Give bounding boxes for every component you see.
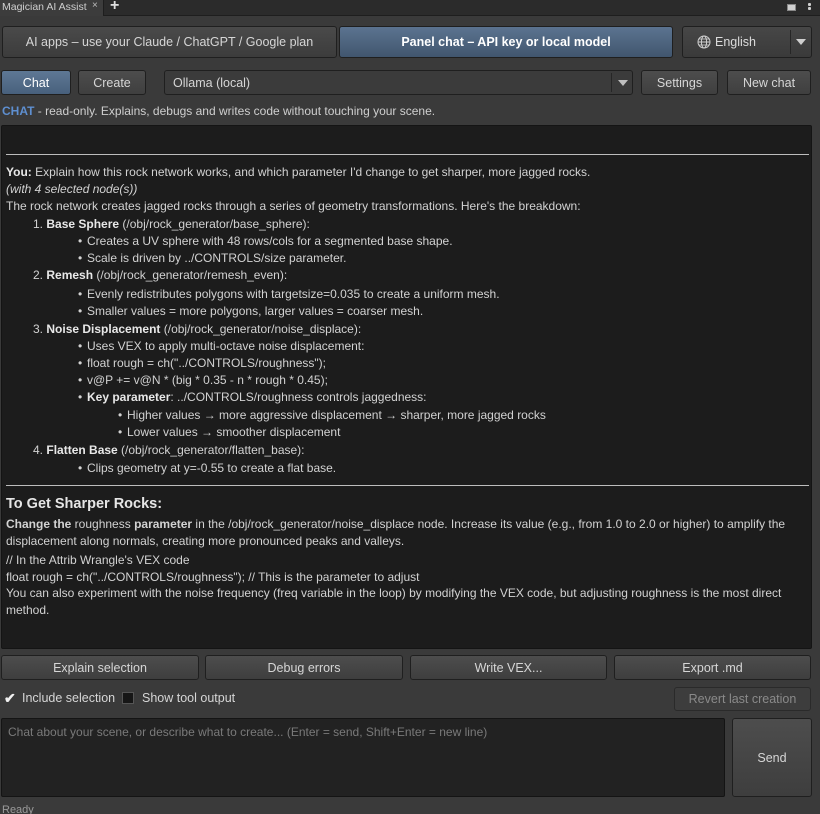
node-path: (/obj/rock_generator/base_sphere <box>119 217 303 231</box>
list-bullet: Scale is driven by ../CONTROLS/size para… <box>78 251 346 266</box>
user-label: You: <box>6 165 32 179</box>
list-item: 2. Remesh (/obj/rock_generator/remesh_ev… <box>33 268 287 283</box>
list-bullet: v@P += v@N * (big * 0.35 - n * rough * 0… <box>78 373 328 388</box>
key-parameter-text: : ../CONTROLS/roughness controls jaggedn… <box>170 390 427 404</box>
list-bullet: Uses VEX to apply multi-octave noise dis… <box>78 339 364 354</box>
list-item: 4. Flatten Base (/obj/rock_generator/fla… <box>33 443 305 458</box>
chat-tab-button[interactable]: Chat <box>1 70 71 95</box>
include-selection-checkbox[interactable]: ✔ <box>4 691 16 705</box>
chevron-down-icon <box>618 80 628 86</box>
panel-tab[interactable]: Magician AI Assist <box>0 0 104 16</box>
section-title: Noise Displacement <box>46 322 161 336</box>
section-title: Remesh <box>46 268 94 282</box>
panel-menu-icon[interactable] <box>808 3 812 13</box>
chat-input[interactable]: Chat about your scene, or describe what … <box>1 718 725 797</box>
emphasis: parameter <box>134 517 193 531</box>
model-dropdown[interactable]: Ollama (local) <box>164 70 633 95</box>
chat-transcript[interactable]: You: Explain how this rock network works… <box>1 125 812 649</box>
include-selection-label: Include selection <box>22 691 116 705</box>
debug-errors-button[interactable]: Debug errors <box>205 655 403 680</box>
section-title: Flatten Base <box>46 443 118 457</box>
mode-hint-text: - read-only. Explains, debugs and writes… <box>34 104 436 118</box>
list-number: 3. <box>33 322 44 336</box>
explain-selection-button[interactable]: Explain selection <box>1 655 199 680</box>
list-bullet: Evenly redistributes polygons with targe… <box>78 287 500 302</box>
maximize-icon[interactable] <box>787 4 796 11</box>
closing-paragraph: You can also experiment with the noise f… <box>6 586 782 617</box>
chat-input-placeholder: Chat about your scene, or describe what … <box>8 725 488 739</box>
node-path-tail: ): <box>353 322 362 336</box>
assistant-intro: The rock network creates jagged rocks th… <box>6 199 581 213</box>
list-number: 1. <box>33 217 44 231</box>
list-bullet: Key parameter: ../CONTROLS/roughness con… <box>78 390 427 405</box>
node-path-tail: ): <box>279 268 288 282</box>
panel-chat-mode-button[interactable]: Panel chat – API key or local model <box>339 26 673 58</box>
settings-button[interactable]: Settings <box>641 70 718 95</box>
node-path: (/obj/rock_generator/remesh_even <box>93 268 280 282</box>
dropdown-divider <box>790 30 791 54</box>
new-chat-button[interactable]: New chat <box>727 70 811 95</box>
list-bullet: Creates a UV sphere with 48 rows/cols fo… <box>78 234 453 249</box>
list-number: 2. <box>33 268 44 282</box>
sub-bullet: Lower values → smoother displacement <box>118 425 340 440</box>
sub-bullet: Higher values → more aggressive displace… <box>118 408 546 423</box>
language-dropdown[interactable]: English <box>682 26 812 58</box>
close-tab-icon[interactable]: × <box>92 0 98 11</box>
send-button[interactable]: Send <box>732 718 812 797</box>
list-item: 3. Noise Displacement (/obj/rock_generat… <box>33 322 361 337</box>
divider <box>6 485 809 486</box>
user-message-text: Explain how this rock network works, and… <box>31 165 591 179</box>
section-heading: To Get Sharper Rocks: <box>6 496 163 512</box>
node-path-tail: ): <box>297 443 305 457</box>
list-bullet: Clips geometry at y=-0.55 to create a fl… <box>78 461 336 476</box>
language-selected: English <box>715 35 756 49</box>
node-path: (/obj/rock_generator/flatten_base <box>117 443 298 457</box>
model-selected: Ollama (local) <box>173 76 251 90</box>
list-bullet: float rough = ch("../CONTROLS/roughness"… <box>78 356 326 371</box>
parameter-name: roughness <box>71 517 135 531</box>
export-md-button[interactable]: Export .md <box>614 655 811 680</box>
show-tool-output-label: Show tool output <box>142 691 236 705</box>
list-item: 1. Base Sphere (/obj/rock_generator/base… <box>33 217 310 232</box>
list-number: 4. <box>33 443 44 457</box>
create-tab-button[interactable]: Create <box>78 70 146 95</box>
emphasis: Change the <box>6 517 72 531</box>
show-tool-output-checkbox[interactable] <box>122 692 134 704</box>
mode-hint: CHAT - read-only. Explains, debugs and w… <box>2 104 435 118</box>
panel-tab-title: Magician AI Assist <box>2 1 87 13</box>
chevron-down-icon <box>796 39 806 45</box>
globe-icon <box>697 35 711 49</box>
revert-last-creation-button[interactable]: Revert last creation <box>674 687 811 711</box>
dropdown-divider <box>611 73 612 92</box>
section-title: Base Sphere <box>46 217 120 231</box>
key-parameter-label: Key parameter <box>87 390 171 404</box>
node-path: (/obj/rock_generator/noise_displace <box>160 322 354 336</box>
add-tab-icon[interactable]: + <box>110 0 119 15</box>
code-line: float rough = ch("../CONTROLS/roughness"… <box>6 570 420 584</box>
write-vex-button[interactable]: Write VEX... <box>410 655 607 680</box>
node-path-tail: ): <box>302 217 310 231</box>
recommendation-paragraph: Change the roughness parameter in the /o… <box>6 516 806 550</box>
user-message: You: Explain how this rock network works… <box>6 165 590 180</box>
code-comment: // In the Attrib Wrangle's VEX code <box>6 553 190 567</box>
list-bullet: Smaller values = more polygons, larger v… <box>78 304 423 319</box>
divider <box>6 154 809 155</box>
selection-note: (with 4 selected node(s)) <box>6 182 138 196</box>
status-text: Ready <box>2 804 34 814</box>
mode-keyword: CHAT <box>2 104 35 118</box>
ai-apps-mode-button[interactable]: AI apps – use your Claude / ChatGPT / Go… <box>2 26 337 58</box>
title-bar <box>0 0 820 16</box>
